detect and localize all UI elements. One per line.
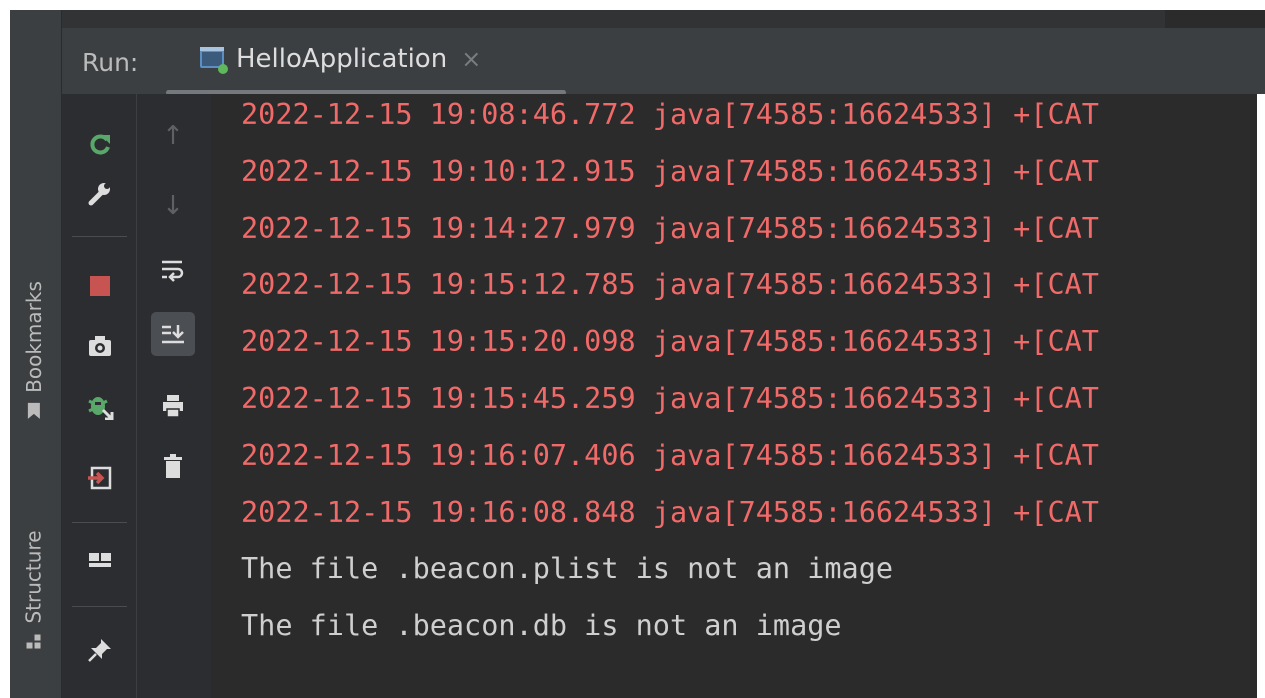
structure-tab-label: Structure	[22, 530, 47, 624]
bookmarks-tab-label: Bookmarks	[22, 281, 46, 393]
application-window-icon	[200, 47, 228, 74]
structure-tool-tab[interactable]: Structure	[14, 500, 54, 680]
rerun-button[interactable]	[78, 122, 122, 166]
scroll-to-end-button[interactable]	[151, 312, 195, 356]
debug-icon	[88, 397, 114, 420]
run-tab-label: HelloApplication	[236, 44, 448, 74]
run-panel-header: Run: HelloApplication ×	[62, 28, 1265, 95]
debug-attach-button[interactable]	[78, 384, 122, 428]
console-line: 2022-12-15 19:10:12.915 java[74585:16624…	[241, 154, 1099, 188]
settings-button[interactable]	[78, 172, 122, 216]
toolbar-separator	[72, 522, 127, 523]
console-line: 2022-12-15 19:08:46.772 java[74585:16624…	[241, 98, 1099, 131]
next-occurrence-button[interactable]: ↓	[151, 184, 195, 228]
layout-icon	[89, 553, 111, 567]
exit-icon	[88, 466, 112, 490]
scroll-to-end-icon	[162, 325, 184, 344]
soft-wrap-button[interactable]	[151, 248, 195, 292]
console-line: 2022-12-15 19:16:07.406 java[74585:16624…	[241, 438, 1099, 472]
stop-button[interactable]	[78, 264, 122, 308]
toolbar-separator	[72, 236, 127, 237]
window-right-edge	[1257, 94, 1265, 698]
editor-scroll-gutter	[1165, 10, 1265, 28]
dump-threads-button[interactable]	[78, 324, 122, 368]
stop-icon	[90, 276, 110, 296]
trash-icon	[164, 454, 182, 478]
run-toolbar-primary	[62, 94, 137, 698]
wrench-icon	[88, 183, 110, 206]
console-line: 2022-12-15 19:15:20.098 java[74585:16624…	[241, 325, 1099, 359]
console-line: The file .beacon.db is not an image	[241, 609, 842, 643]
console-line: 2022-12-15 19:15:12.785 java[74585:16624…	[241, 268, 1099, 302]
rerun-icon	[90, 134, 110, 155]
toolbar-separator	[72, 606, 127, 607]
close-tab-icon[interactable]: ×	[461, 45, 481, 73]
layout-button[interactable]	[78, 540, 122, 584]
camera-icon	[89, 336, 111, 356]
console-line: The file .beacon.plist is not an image	[241, 552, 894, 586]
console-output[interactable]: 2022-12-15 19:08:46.772 java[74585:16624…	[211, 94, 1265, 698]
bookmarks-tool-tab[interactable]: Bookmarks	[14, 250, 54, 450]
run-label: Run:	[82, 48, 139, 77]
console-line: 2022-12-15 19:15:45.259 java[74585:16624…	[241, 382, 1099, 415]
run-tab-helloapplication[interactable]: HelloApplication ×	[198, 44, 481, 74]
run-toolbar-secondary: ↑ ↓	[137, 94, 211, 698]
bookmark-icon	[28, 402, 40, 419]
soft-wrap-icon	[162, 260, 184, 282]
previous-occurrence-button[interactable]: ↑	[151, 114, 195, 158]
pin-icon	[88, 639, 111, 662]
editor-bottom-strip	[62, 10, 1165, 28]
print-button[interactable]	[151, 384, 195, 428]
print-icon	[163, 395, 183, 418]
clear-all-button[interactable]	[151, 444, 195, 488]
console-line: 2022-12-15 19:16:08.848 java[74585:16624…	[241, 495, 1099, 529]
pin-tab-button[interactable]	[78, 628, 122, 672]
window-top-edge	[0, 0, 1265, 10]
console-line: 2022-12-15 19:14:27.979 java[74585:16624…	[241, 211, 1099, 245]
structure-icon	[27, 634, 42, 649]
window-left-edge	[0, 10, 10, 698]
exit-button[interactable]	[78, 456, 122, 500]
